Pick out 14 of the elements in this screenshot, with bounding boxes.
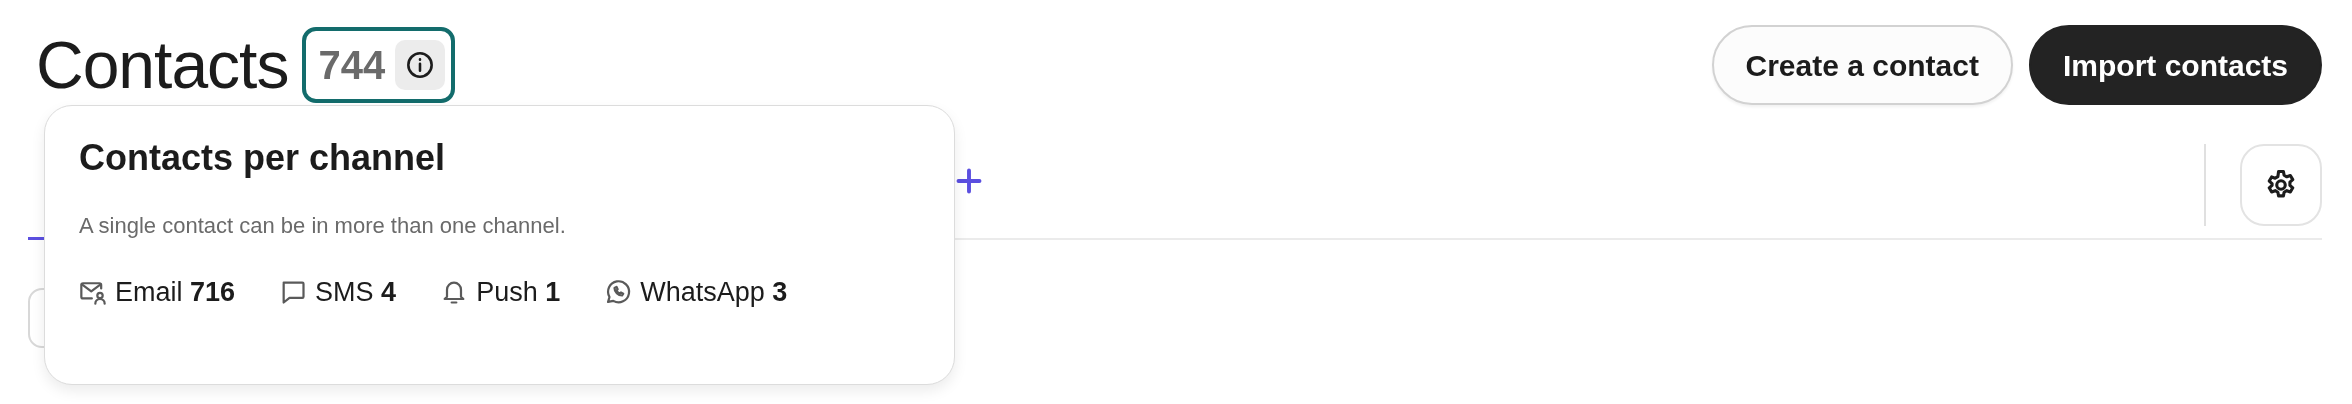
info-button[interactable] [395,40,446,90]
channel-count: Push 1 [476,276,561,310]
channel-count: WhatsApp 3 [640,276,788,310]
popover-title: Contacts per channel [79,136,447,180]
popover-description: A single contact can be in more than one channel. [79,212,567,241]
channel-count: Email 716 [115,276,236,310]
create-button[interactable]: Create a contact [1711,25,2013,105]
plus-icon[interactable] [954,166,984,196]
page-title: Contacts [36,32,289,98]
settings-button[interactable] [2240,144,2322,226]
contact-count: 744 [318,42,386,89]
info-icon [406,51,435,79]
import-button[interactable]: Import contacts [2028,25,2322,105]
channel-count: SMS 4 [315,276,397,310]
